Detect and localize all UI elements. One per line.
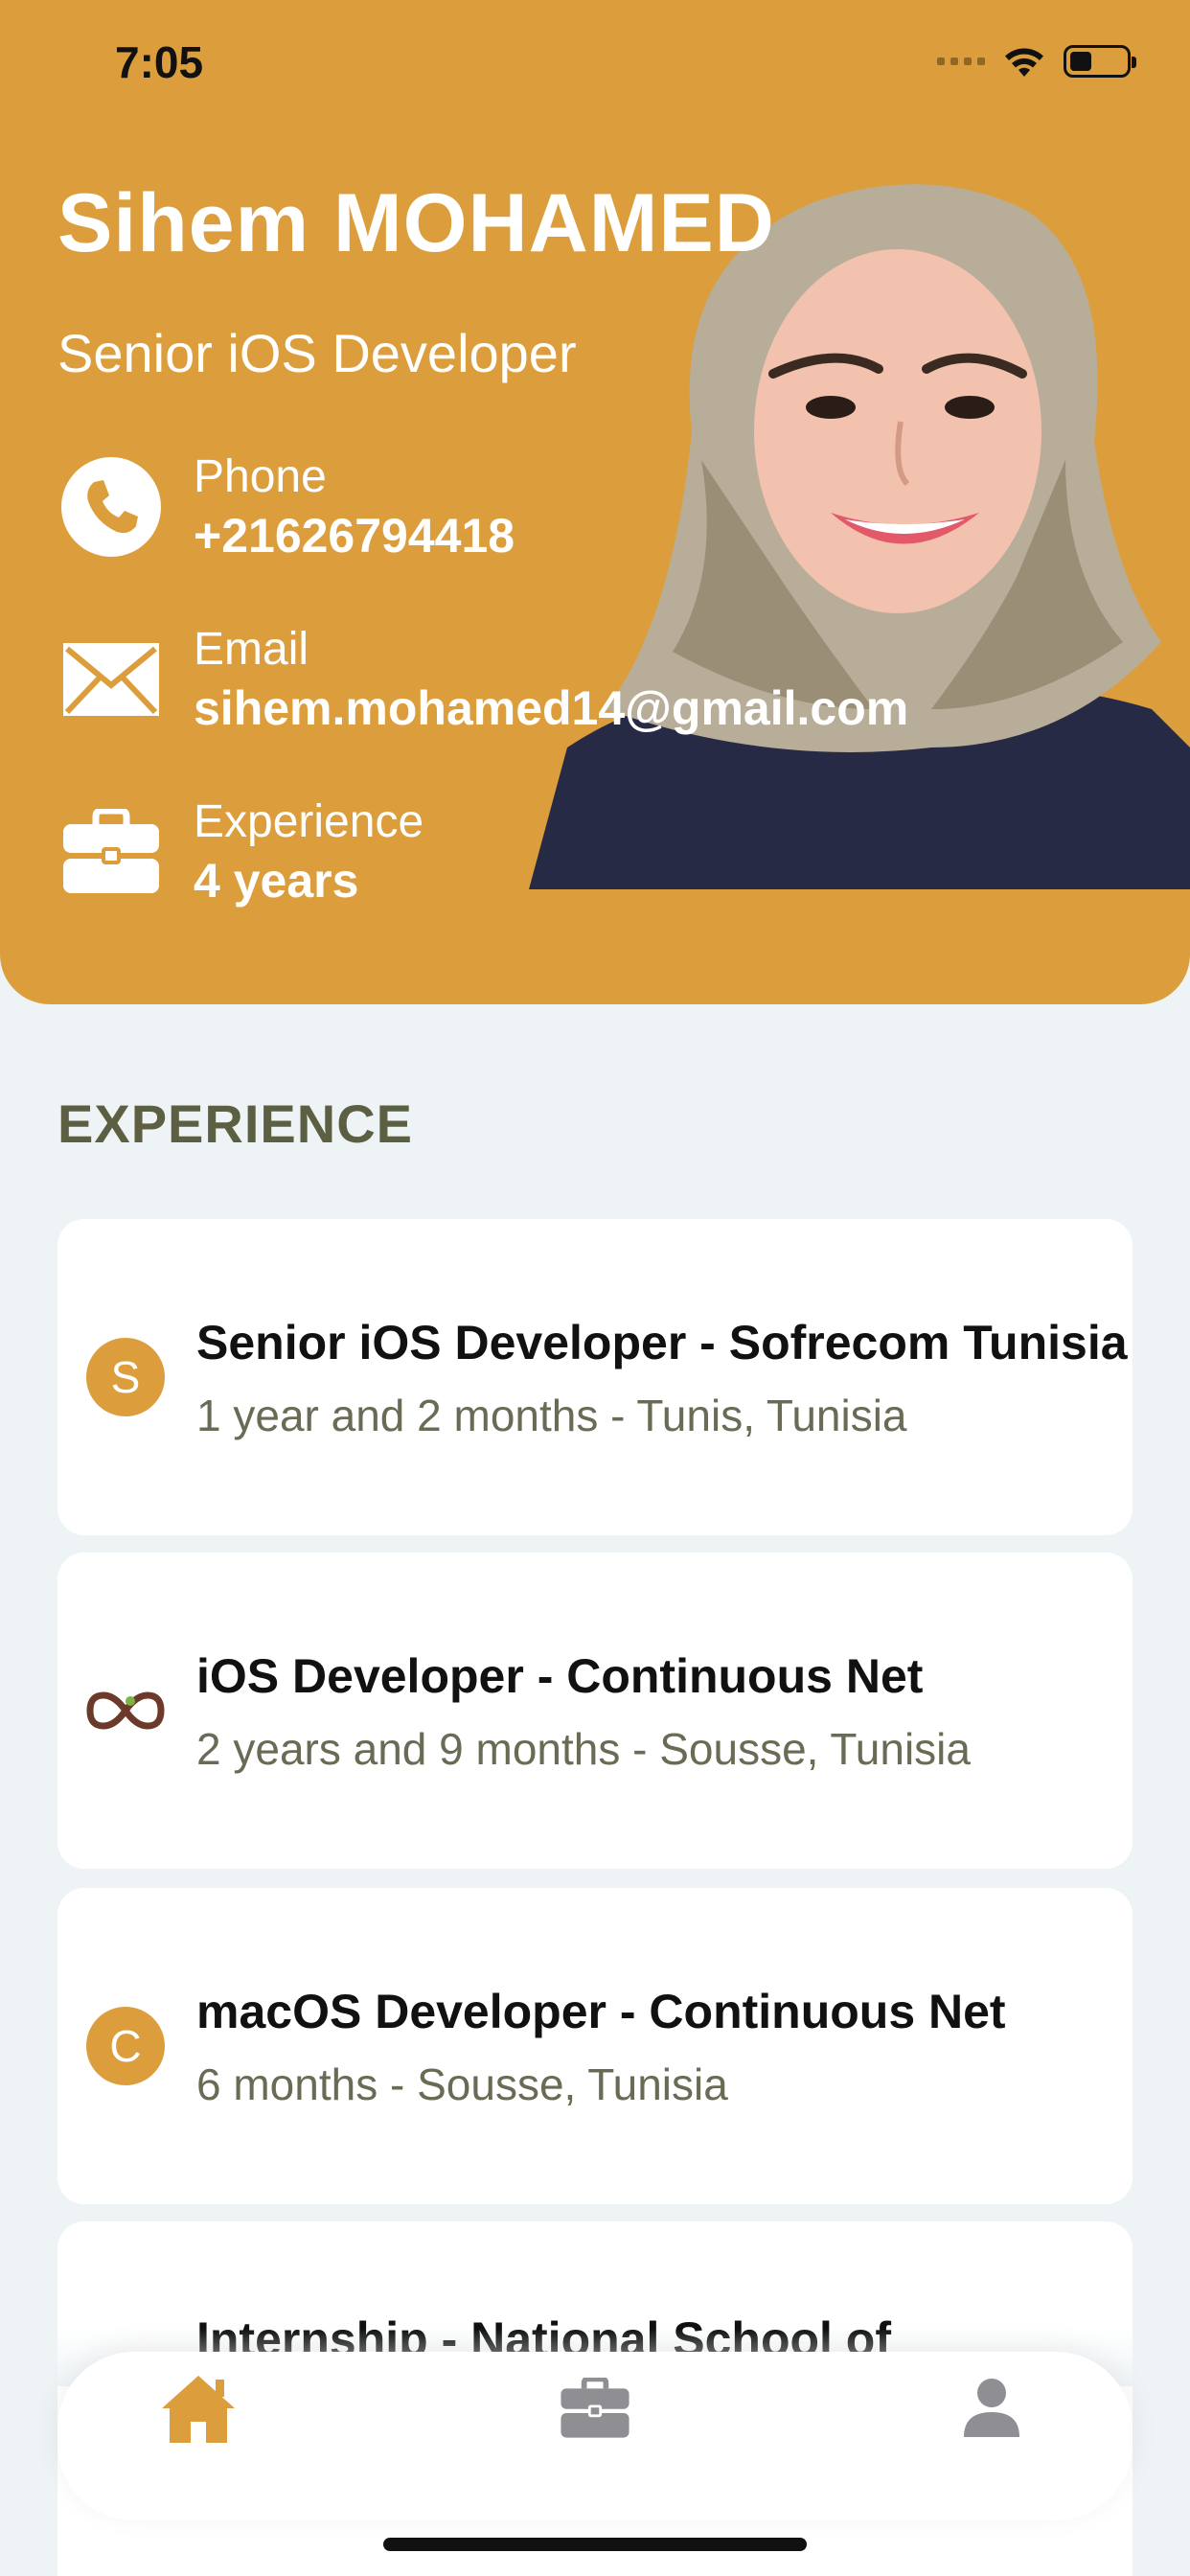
phone-row[interactable]: Phone +21626794418	[57, 448, 515, 565]
profile-photo	[529, 172, 1190, 889]
signal-icon	[937, 58, 985, 65]
home-indicator	[383, 2538, 807, 2551]
profile-role: Senior iOS Developer	[57, 323, 577, 383]
phone-icon	[57, 453, 165, 561]
experience-card[interactable]: S Senior iOS Developer - Sofrecom Tunisi…	[57, 1219, 1133, 1535]
experience-label: Experience	[194, 796, 424, 847]
experience-subtitle: 2 years and 9 months - Sousse, Tunisia	[196, 1724, 971, 1774]
company-logo: C	[86, 2007, 165, 2085]
profile-name: Sihem MOHAMED	[57, 177, 775, 269]
status-time: 7:05	[115, 37, 204, 87]
briefcase-icon	[57, 798, 165, 906]
experience-title: iOS Developer - Continuous Net	[196, 1649, 924, 1703]
experience-card[interactable]: iOS Developer - Continuous Net 2 years a…	[57, 1552, 1133, 1869]
experience-row: Experience 4 years	[57, 794, 423, 910]
tab-home[interactable]	[155, 2365, 241, 2451]
experience-subtitle: 1 year and 2 months - Tunis, Tunisia	[196, 1391, 907, 1440]
person-icon	[964, 2379, 1019, 2437]
email-value[interactable]: sihem.mohamed14@gmail.com	[194, 678, 908, 738]
status-icons	[937, 44, 1136, 79]
battery-icon	[1064, 45, 1136, 78]
briefcase-icon	[561, 2378, 629, 2438]
phone-value[interactable]: +21626794418	[194, 506, 515, 565]
phone-label: Phone	[194, 451, 327, 502]
tab-bar	[57, 2352, 1133, 2520]
envelope-icon	[57, 626, 165, 733]
company-logo: S	[86, 1338, 165, 1416]
tab-experience[interactable]	[552, 2365, 638, 2451]
wifi-icon	[1005, 48, 1043, 77]
experience-subtitle: 6 months - Sousse, Tunisia	[196, 2059, 728, 2109]
email-label: Email	[194, 624, 309, 675]
home-icon	[162, 2376, 235, 2443]
profile-header: 7:05 Sihem MOHAMED Senior iOS Developer	[0, 0, 1190, 1004]
email-row[interactable]: Email sihem.mohamed14@gmail.com	[57, 621, 908, 738]
experience-section-title: EXPERIENCE	[57, 1093, 413, 1154]
experience-value: 4 years	[194, 854, 359, 908]
experience-card[interactable]: C macOS Developer - Continuous Net 6 mon…	[57, 1888, 1133, 2204]
infinity-logo-icon	[86, 1671, 165, 1750]
experience-title: Senior iOS Developer - Sofrecom Tunisia	[196, 1316, 1128, 1369]
experience-title: macOS Developer - Continuous Net	[196, 1985, 1006, 2038]
tab-profile[interactable]	[949, 2365, 1035, 2451]
